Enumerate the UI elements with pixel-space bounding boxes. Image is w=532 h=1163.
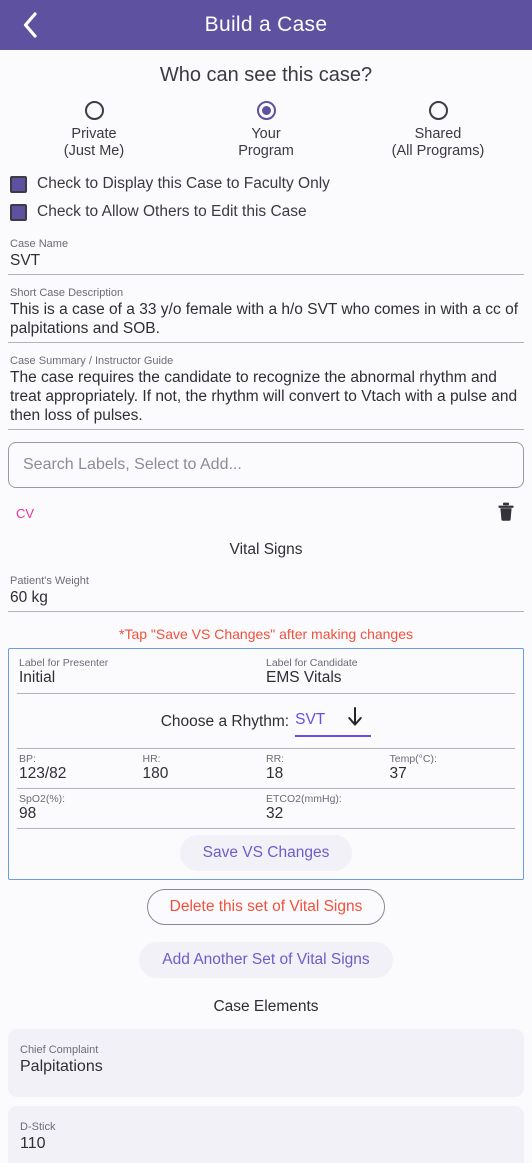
- etco2-value: 32: [266, 805, 284, 822]
- radio-label-private-line2: (Just Me): [63, 143, 125, 159]
- search-labels-input[interactable]: [23, 456, 509, 474]
- chevron-left-icon: [22, 12, 38, 38]
- checkbox-icon-allow-edit: [10, 203, 27, 221]
- vital-signs-heading: Vital Signs: [229, 541, 303, 558]
- add-vital-signs-button[interactable]: Add Another Set of Vital Signs: [139, 942, 393, 978]
- add-vs-wrap: Add Another Set of Vital Signs: [8, 925, 524, 978]
- chief-complaint-value: Palpitations: [20, 1058, 103, 1075]
- hr-value: 180: [142, 765, 169, 782]
- d-stick-label: D-Stick: [20, 1121, 56, 1133]
- radio-label-shared-line2: (All Programs): [391, 143, 485, 159]
- radio-label-your-program-line1: Your: [251, 126, 281, 142]
- checkbox-label-allow-edit: Check to Allow Others to Edit this Case: [37, 203, 307, 220]
- temp-field[interactable]: Temp(°C): 37: [390, 753, 514, 783]
- rr-label: RR:: [266, 753, 285, 765]
- radio-option-private[interactable]: Private (Just Me): [8, 101, 180, 160]
- radio-label-private-line1: Private: [71, 126, 117, 142]
- rhythm-value: SVT: [295, 710, 326, 728]
- bp-value: 123/82: [19, 765, 67, 782]
- rr-field[interactable]: RR: 18: [266, 753, 390, 783]
- case-summary-label: Case Summary / Instructor Guide: [10, 355, 174, 367]
- checkbox-faculty-only[interactable]: Check to Display this Case to Faculty On…: [8, 170, 524, 198]
- patient-weight-label: Patient's Weight: [10, 575, 89, 587]
- candidate-label-field[interactable]: Label for Candidate EMS Vitals: [266, 657, 513, 687]
- presenter-value: Initial: [19, 669, 56, 686]
- app-bar: Build a Case: [0, 0, 532, 50]
- case-element-chief-complaint[interactable]: Chief Complaint Palpitations: [8, 1029, 524, 1097]
- spo2-value: 98: [19, 805, 37, 822]
- patient-weight-field[interactable]: Patient's Weight 60 kg: [8, 569, 524, 612]
- radio-option-shared[interactable]: Shared (All Programs): [352, 101, 524, 160]
- radio-label-shared-line1: Shared: [414, 126, 462, 142]
- arrow-down-icon: [347, 707, 363, 732]
- chief-complaint-label: Chief Complaint: [20, 1044, 99, 1056]
- vitals-row-2: SpO2(%): 98 ETCO2(mmHg): 32: [17, 788, 515, 828]
- vitals-row-1: BP: 123/82 HR: 180 RR: 18 Temp(°C): 37: [17, 748, 515, 788]
- candidate-value: EMS Vitals: [266, 669, 342, 686]
- vital-signs-names-row: Label for Presenter Initial Label for Ca…: [17, 649, 515, 694]
- short-description-value: This is a case of a 33 y/o female with a…: [10, 301, 519, 337]
- save-vs-wrap: Save VS Changes: [17, 828, 515, 879]
- trash-icon[interactable]: [496, 500, 516, 527]
- page-content: Who can see this case? Private (Just Me)…: [0, 50, 532, 1163]
- visibility-radio-group: Private (Just Me) Your Program Shared (A…: [8, 97, 524, 170]
- short-description-field[interactable]: Short Case Description This is a case of…: [8, 281, 524, 343]
- radio-icon-shared: [428, 101, 448, 120]
- case-summary-value: The case requires the candidate to recog…: [10, 369, 518, 424]
- hr-label: HR:: [142, 753, 161, 765]
- save-vs-changes-button[interactable]: Save VS Changes: [179, 835, 353, 871]
- d-stick-value: 110: [20, 1135, 46, 1152]
- delete-vital-signs-button[interactable]: Delete this set of Vital Signs: [146, 889, 386, 925]
- label-chip-cv[interactable]: CV: [16, 506, 34, 521]
- label-chip-row: CV: [8, 488, 524, 535]
- search-labels-box[interactable]: [8, 442, 524, 488]
- case-name-field[interactable]: Case Name SVT: [8, 232, 524, 275]
- presenter-label-field[interactable]: Label for Presenter Initial: [19, 657, 266, 687]
- etco2-field[interactable]: ETCO2(mmHg): 32: [266, 793, 513, 823]
- visibility-question: Who can see this case?: [159, 64, 373, 86]
- delete-vs-wrap: Delete this set of Vital Signs: [8, 880, 524, 925]
- spo2-field[interactable]: SpO2(%): 98: [19, 793, 266, 823]
- rhythm-dropdown[interactable]: SVT: [295, 707, 372, 737]
- case-name-label: Case Name: [10, 238, 69, 250]
- rhythm-label: Choose a Rhythm:: [160, 713, 290, 730]
- rr-value: 18: [266, 765, 284, 782]
- radio-label-your-program-line2: Program: [238, 143, 294, 159]
- bp-label: BP:: [19, 753, 36, 765]
- case-elements-heading: Case Elements: [213, 998, 319, 1015]
- etco2-label: ETCO2(mmHg):: [266, 793, 342, 805]
- save-warning-note: *Tap "Save VS Changes" after making chan…: [119, 626, 413, 642]
- bp-field[interactable]: BP: 123/82: [19, 753, 143, 783]
- radio-icon-your-program: [256, 101, 276, 120]
- patient-weight-value: 60 kg: [10, 589, 48, 606]
- presenter-label: Label for Presenter: [19, 657, 109, 669]
- rhythm-row: Choose a Rhythm: SVT: [17, 694, 515, 748]
- case-summary-field[interactable]: Case Summary / Instructor Guide The case…: [8, 349, 524, 430]
- checkbox-allow-edit[interactable]: Check to Allow Others to Edit this Case: [8, 198, 524, 226]
- checkbox-icon-faculty-only: [10, 175, 27, 193]
- page-title: Build a Case: [204, 13, 328, 36]
- back-button[interactable]: [10, 0, 50, 50]
- radio-option-your-program[interactable]: Your Program: [180, 101, 352, 160]
- radio-icon-private: [84, 101, 104, 120]
- vital-signs-card: Label for Presenter Initial Label for Ca…: [8, 648, 524, 880]
- spo2-label: SpO2(%):: [19, 793, 66, 805]
- case-element-d-stick[interactable]: D-Stick 110: [8, 1106, 524, 1163]
- temp-label: Temp(°C):: [389, 753, 437, 765]
- temp-value: 37: [389, 765, 407, 782]
- short-description-label: Short Case Description: [10, 287, 124, 299]
- hr-field[interactable]: HR: 180: [143, 753, 267, 783]
- case-name-value: SVT: [10, 252, 41, 269]
- candidate-label: Label for Candidate: [266, 657, 358, 669]
- checkbox-label-faculty-only: Check to Display this Case to Faculty On…: [37, 175, 330, 192]
